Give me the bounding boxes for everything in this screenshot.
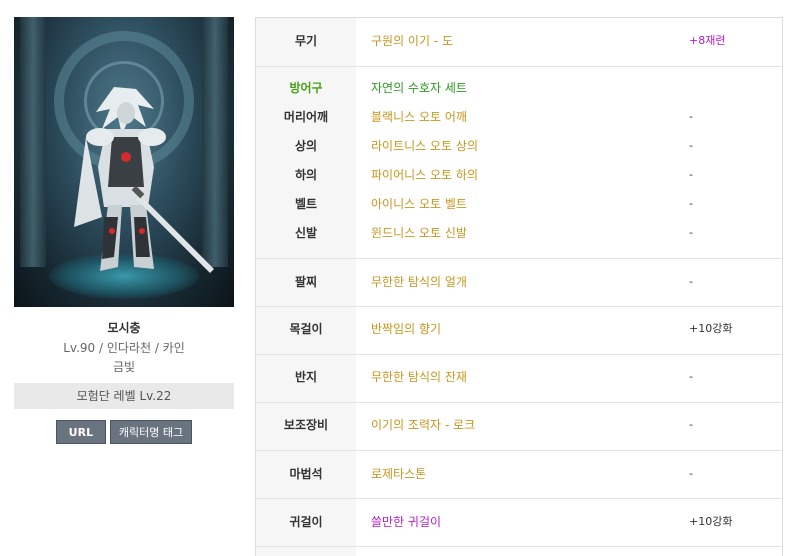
slot-label: 보조장비 — [283, 418, 329, 432]
equip-row-ring: 반지 무한한 탐식의 잔재 - — [256, 355, 782, 403]
enhance-value: +8재련 — [689, 34, 726, 47]
slot-label: 벨트 — [294, 197, 318, 211]
character-level-job-server: Lv.90 / 인다라천 / 카인 — [63, 341, 185, 355]
item-name[interactable]: 쓸만한 귀걸이 — [371, 512, 441, 532]
equip-row-weapon: 무기 구원의 이기 - 도 +8재련 — [256, 18, 782, 67]
character-portrait — [14, 17, 234, 307]
enhance-value: +10강화 — [689, 515, 733, 528]
equip-row-necklace: 목걸이 반짝임의 향기 +10강화 — [256, 307, 782, 355]
slot-label: 신발 — [294, 226, 318, 240]
armor-piece: 상의 라이트니스 오토 상의 - — [256, 136, 782, 156]
armor-piece: 신발 윈드니스 오토 신발 - — [256, 223, 782, 243]
enhance-value: - — [689, 168, 693, 181]
armor-piece: 하의 파이어니스 오토 하의 - — [256, 165, 782, 185]
slot-label: 팔찌 — [294, 275, 318, 289]
equip-row-support: 보조장비 이기의 조력자 - 로크 - — [256, 403, 782, 451]
enhance-value: - — [689, 139, 693, 152]
item-name[interactable]: 무한한 탐식의 얼개 — [371, 272, 467, 292]
slot-label: 무기 — [294, 34, 318, 48]
item-name[interactable]: 구원의 이기 - 도 — [371, 31, 453, 51]
item-name[interactable]: 반짝임의 향기 — [371, 319, 441, 339]
item-name[interactable]: 라이트니스 오토 상의 — [371, 136, 478, 156]
equip-row-magic-stone: 마법석 로제타스톤 - — [256, 451, 782, 499]
armor-piece: 벨트 아이니스 오토 벨트 - — [256, 194, 782, 214]
item-name[interactable]: 아이니스 오토 벨트 — [371, 194, 467, 214]
slot-label: 하의 — [294, 168, 318, 182]
slot-label: 상의 — [294, 139, 318, 153]
enhance-value: +10강화 — [689, 322, 733, 335]
enhance-value: - — [689, 467, 693, 480]
character-sprite — [74, 87, 214, 273]
character-tag-button[interactable]: 캐릭터명 태그 — [109, 420, 193, 444]
equip-row-armor: 방어구 자연의 수호자 세트 머리어깨 블랙니스 오토 어깨 - 상의 라이트니… — [256, 67, 782, 259]
slot-label: 마법석 — [289, 467, 323, 481]
slot-label: 귀걸이 — [289, 515, 323, 529]
item-name[interactable]: 무한한 탐식의 잔재 — [371, 367, 467, 387]
button-row: URL 캐릭터명 태그 — [14, 420, 234, 444]
character-guild: 금빛 — [112, 360, 136, 374]
equipment-table: 무기 구원의 이기 - 도 +8재련 방어구 자연의 수호자 세트 머리어깨 블… — [255, 17, 783, 556]
item-name[interactable]: 파이어니스 오토 하의 — [371, 165, 478, 185]
armor-set-name[interactable]: 자연의 수호자 세트 — [371, 78, 467, 98]
equip-row-bracelet: 팔찌 무한한 탐식의 얼개 - — [256, 259, 782, 307]
enhance-value: - — [689, 110, 693, 123]
slot-label: 머리어깨 — [283, 110, 329, 124]
item-name[interactable]: 로제타스톤 — [371, 464, 426, 484]
item-name[interactable]: 블랙니스 오토 어깨 — [371, 107, 467, 127]
armor-piece: 머리어깨 블랙니스 오토 어깨 - — [256, 107, 782, 127]
adventure-level: 모험단 레벨 Lv.22 — [14, 383, 234, 409]
slot-label: 반지 — [294, 370, 318, 384]
character-panel: 모시충 Lv.90 / 인다라천 / 카인 금빛 모험단 레벨 Lv.22 UR… — [14, 17, 234, 444]
enhance-value: - — [689, 370, 693, 383]
slot-label: 목걸이 — [289, 322, 323, 336]
armor-header-label: 방어구 — [289, 81, 323, 95]
enhance-value: - — [689, 275, 693, 288]
item-name[interactable]: 윈드니스 오토 신발 — [371, 223, 467, 243]
item-name[interactable]: 이기의 조력자 - 로크 — [371, 415, 475, 435]
equip-row-earring: 귀걸이 쓸만한 귀걸이 +10강화 — [256, 499, 782, 547]
enhance-value: - — [689, 226, 693, 239]
url-button[interactable]: URL — [55, 420, 106, 444]
enhance-value: - — [689, 197, 693, 210]
character-name: 모시충 — [107, 321, 141, 335]
enhance-value: - — [689, 418, 693, 431]
